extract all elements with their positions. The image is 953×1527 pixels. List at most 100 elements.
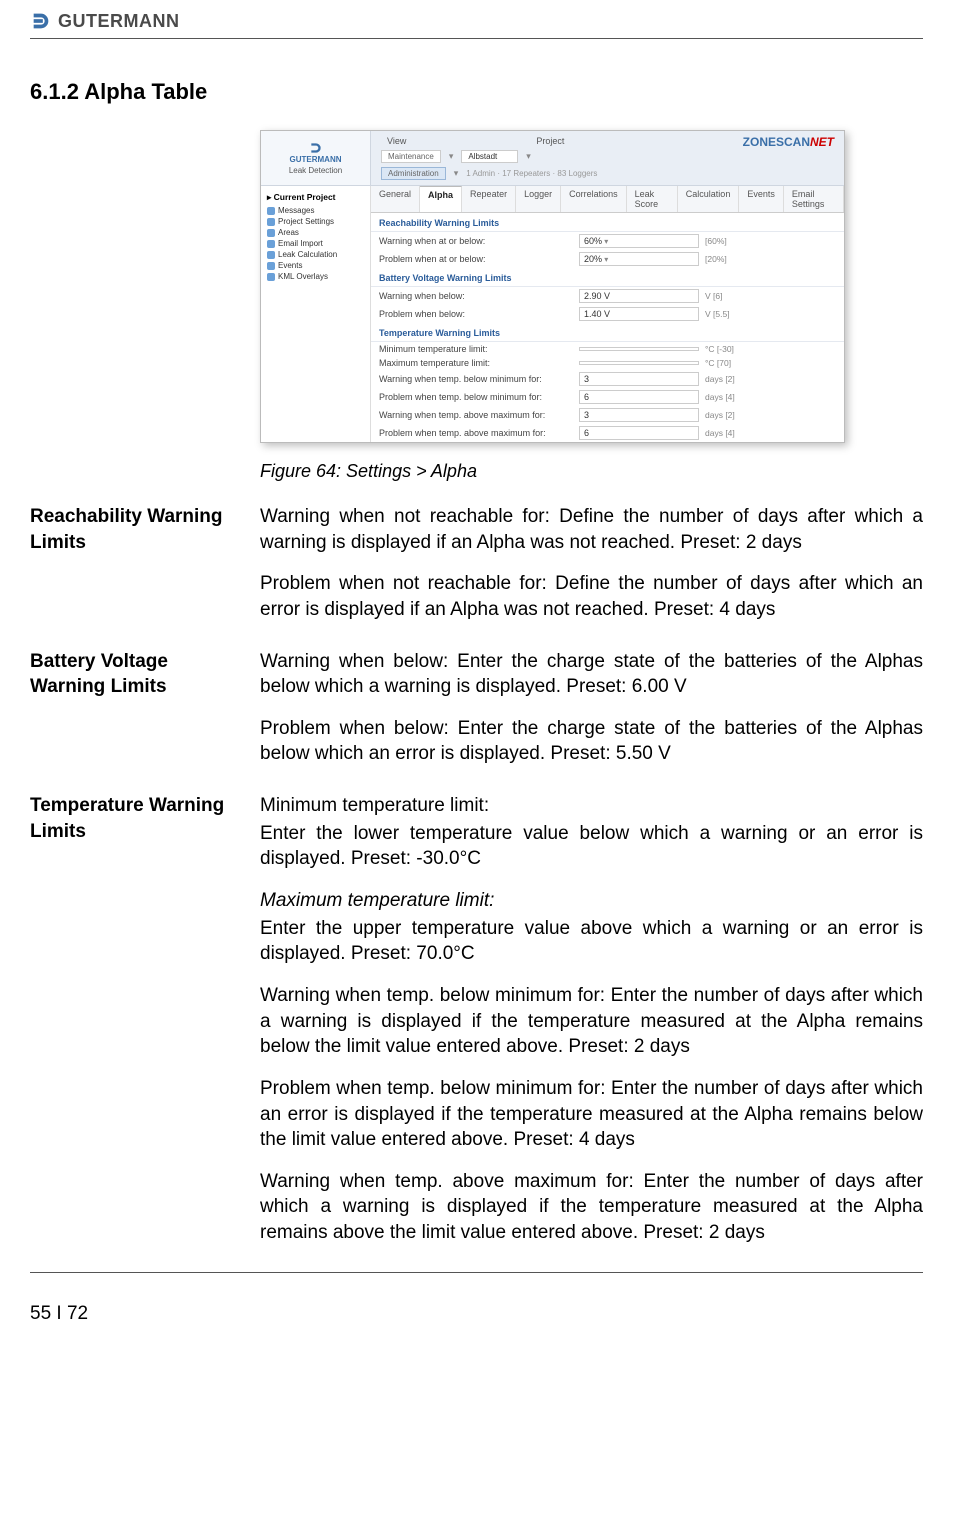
ss-btn-admin[interactable]: Administration xyxy=(381,167,446,180)
ss-reach-title: Reachability Warning Limits xyxy=(371,213,844,232)
sidebar-item[interactable]: Project Settings xyxy=(265,216,366,227)
folder-icon xyxy=(267,207,275,215)
row-label: Problem when at or below: xyxy=(379,254,579,264)
row-label: Minimum temperature limit: xyxy=(379,344,579,354)
row-input[interactable]: 3 xyxy=(579,408,699,422)
sidebar-item[interactable]: Leak Calculation xyxy=(265,249,366,260)
row-label: Maximum temperature limit: xyxy=(379,358,579,368)
logo-icon xyxy=(30,10,52,32)
tab-leak-score[interactable]: Leak Score xyxy=(627,186,678,212)
page-number: 55 I 72 xyxy=(30,1303,88,1324)
row-input[interactable]: 60% xyxy=(579,234,699,248)
settings-row: Problem when at or below:20% [20%] xyxy=(371,250,844,268)
row-unit: V [5.5] xyxy=(705,309,730,319)
tab-repeater[interactable]: Repeater xyxy=(462,186,516,212)
row-input[interactable] xyxy=(579,347,699,351)
ss-product-logo: ZONESCANNET xyxy=(743,131,844,185)
tab-calculation[interactable]: Calculation xyxy=(678,186,740,212)
tab-general[interactable]: General xyxy=(371,186,420,212)
row-unit: days [4] xyxy=(705,392,735,402)
sidebar-item-label: Messages xyxy=(278,206,314,215)
page-footer: 55 I 72 xyxy=(30,1272,923,1325)
row-unit: V [6] xyxy=(705,291,722,301)
section-label: Battery Voltage Warning Limits xyxy=(30,649,260,784)
sidebar-item-label: Leak Calculation xyxy=(278,250,337,259)
para: Warning when below: Enter the charge sta… xyxy=(260,649,923,700)
row-input[interactable]: 6 xyxy=(579,426,699,440)
sidebar-item[interactable]: Messages xyxy=(265,205,366,216)
settings-row: Warning when temp. below minimum for:3da… xyxy=(371,370,844,388)
sidebar-item[interactable]: Areas xyxy=(265,227,366,238)
ss-batt-title: Battery Voltage Warning Limits xyxy=(371,268,844,287)
ss-btn-maintenance[interactable]: Maintenance xyxy=(381,150,441,163)
ss-current-project[interactable]: Current Project xyxy=(274,192,336,202)
settings-row: Problem when temp. above maximum for:6 da… xyxy=(371,424,844,442)
ss-project-select[interactable]: Albstadt xyxy=(461,150,518,163)
row-input[interactable] xyxy=(579,361,699,365)
sidebar-item-label: KML Overlays xyxy=(278,272,328,281)
figure-screenshot: GUTERMANN Leak Detection View Project Ma… xyxy=(260,130,923,443)
doc-section: Temperature Warning LimitsMinimum temper… xyxy=(30,793,923,1262)
sidebar-item[interactable]: Email Import xyxy=(265,238,366,249)
chevron-down-icon[interactable]: ▾ xyxy=(449,151,454,162)
row-input[interactable]: 6 xyxy=(579,390,699,404)
tab-email-settings[interactable]: Email Settings xyxy=(784,186,844,212)
folder-icon xyxy=(267,218,275,226)
ss-brand-sub: Leak Detection xyxy=(289,166,342,175)
row-label: Problem when temp. above maximum for: xyxy=(379,428,579,438)
tab-logger[interactable]: Logger xyxy=(516,186,561,212)
zonescan-text: ZONESCAN xyxy=(743,135,810,149)
ss-menu-project[interactable]: Project xyxy=(536,136,564,146)
ss-tabs: GeneralAlphaRepeaterLoggerCorrelationsLe… xyxy=(371,186,844,213)
para: Minimum temperature limit: xyxy=(260,793,923,819)
section-label: Temperature Warning Limits xyxy=(30,793,260,1262)
row-unit: [20%] xyxy=(705,254,727,264)
row-input[interactable]: 2.90 V xyxy=(579,289,699,303)
tab-correlations[interactable]: Correlations xyxy=(561,186,627,212)
row-input[interactable]: 3 xyxy=(579,372,699,386)
ss-brand-text: GUTERMANN xyxy=(290,155,342,164)
settings-row: Warning when at or below:60%[60%] xyxy=(371,232,844,250)
para: Enter the upper temperature value above … xyxy=(260,916,923,967)
ss-brand-block: GUTERMANN Leak Detection xyxy=(261,131,371,185)
row-label: Warning when at or below: xyxy=(379,236,579,246)
para: Problem when below: Enter the charge sta… xyxy=(260,716,923,767)
section-label: Reachability Warning Limits xyxy=(30,504,260,639)
settings-row: Maximum temperature limit: °C [70] xyxy=(371,356,844,370)
section-heading: 6.1.2 Alpha Table xyxy=(30,79,923,105)
row-label: Warning when temp. above maximum for: xyxy=(379,410,579,420)
folder-icon xyxy=(267,251,275,259)
figure-caption: Figure 64: Settings > Alpha xyxy=(260,461,923,482)
row-unit: °C [70] xyxy=(705,358,731,368)
row-unit: °C [-30] xyxy=(705,344,734,354)
row-label: Problem when temp. below minimum for: xyxy=(379,392,579,402)
section-body: Warning when not reachable for: Define t… xyxy=(260,504,923,639)
settings-row: Problem when below:1.40 V V [5.5] xyxy=(371,305,844,323)
section-body: Warning when below: Enter the charge sta… xyxy=(260,649,923,784)
folder-icon xyxy=(267,229,275,237)
tab-events[interactable]: Events xyxy=(739,186,784,212)
ss-menu-view[interactable]: View xyxy=(387,136,406,146)
triangle-icon[interactable]: ▸ xyxy=(267,192,274,202)
page-header: GUTERMANN xyxy=(30,10,923,39)
row-unit: days [4] xyxy=(705,428,735,438)
settings-row: Minimum temperature limit: °C [-30] xyxy=(371,342,844,356)
doc-section: Battery Voltage Warning LimitsWarning wh… xyxy=(30,649,923,784)
chevron-down-icon[interactable]: ▾ xyxy=(526,151,531,162)
net-text: NET xyxy=(810,135,834,149)
row-input[interactable]: 1.40 V xyxy=(579,307,699,321)
ss-project-sub: 1 Admin · 17 Repeaters · 83 Loggers xyxy=(466,169,597,178)
row-label: Warning when below: xyxy=(379,291,579,301)
chevron-down-icon[interactable]: ▾ xyxy=(454,168,459,179)
sidebar-item[interactable]: Events xyxy=(265,260,366,271)
sidebar-item[interactable]: KML Overlays xyxy=(265,271,366,282)
row-input[interactable]: 20% xyxy=(579,252,699,266)
settings-row: Problem when temp. below minimum for:6 da… xyxy=(371,388,844,406)
row-label: Problem when below: xyxy=(379,309,579,319)
sidebar-item-label: Email Import xyxy=(278,239,323,248)
para: Problem when temp. below minimum for: En… xyxy=(260,1076,923,1153)
settings-row: Warning when below:2.90 V V [6] xyxy=(371,287,844,305)
para: Problem when not reachable for: Define t… xyxy=(260,571,923,622)
row-label: Warning when temp. below minimum for: xyxy=(379,374,579,384)
tab-alpha[interactable]: Alpha xyxy=(420,186,462,212)
